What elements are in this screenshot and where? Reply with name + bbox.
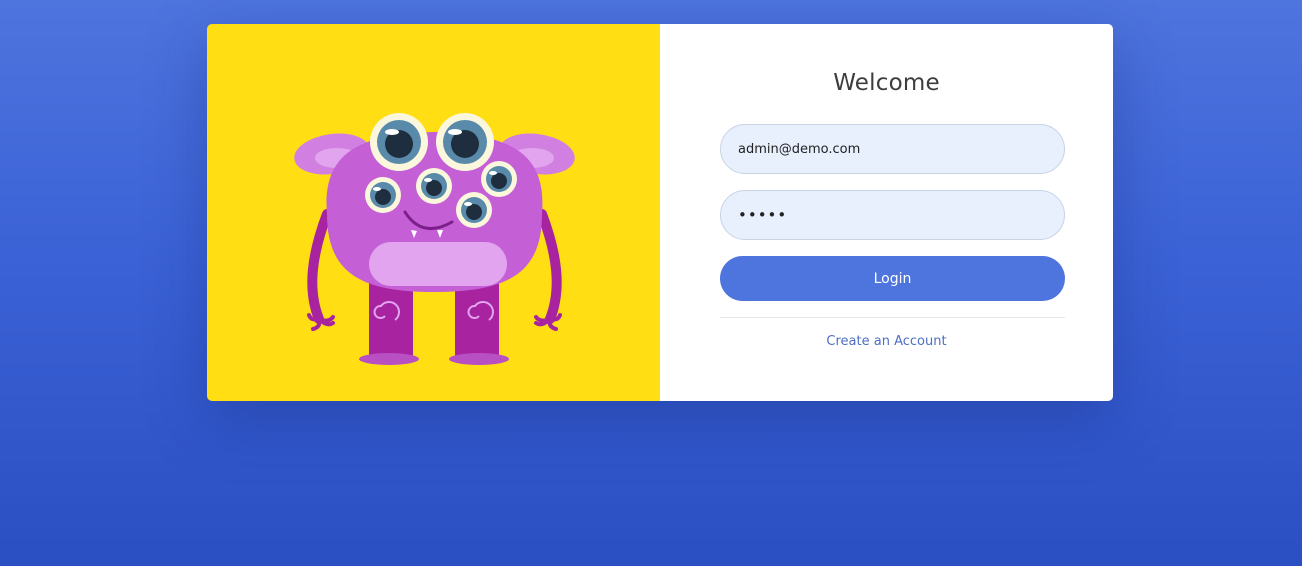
login-form-panel: Welcome Login Create an Account bbox=[660, 24, 1113, 401]
password-input[interactable] bbox=[720, 190, 1065, 240]
monster-illustration bbox=[294, 113, 575, 365]
email-input[interactable] bbox=[720, 124, 1065, 174]
login-button[interactable]: Login bbox=[720, 256, 1065, 301]
welcome-title: Welcome bbox=[833, 70, 940, 96]
illustration-panel bbox=[207, 24, 660, 401]
divider bbox=[720, 317, 1065, 318]
login-card: Welcome Login Create an Account bbox=[207, 24, 1113, 401]
create-account-link[interactable]: Create an Account bbox=[660, 334, 1113, 349]
